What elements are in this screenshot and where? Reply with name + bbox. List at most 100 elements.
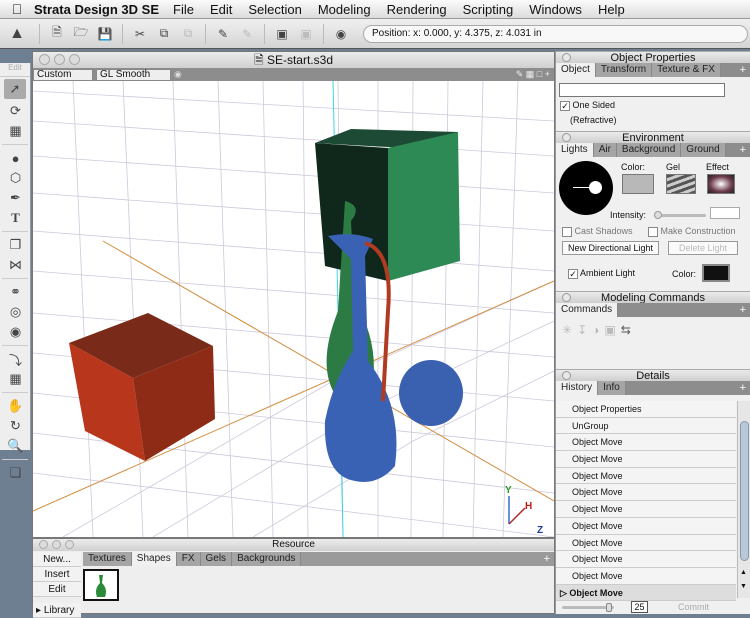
shape-thumbnail-vase[interactable] <box>83 569 119 601</box>
effect-swatch[interactable] <box>707 174 735 194</box>
green-cube[interactable] <box>315 129 460 281</box>
flip-icon[interactable]: ⇆ <box>621 323 636 337</box>
gel-swatch[interactable] <box>666 174 696 194</box>
extrude-icon[interactable]: ❐ <box>0 235 31 255</box>
tab-background[interactable]: Background <box>616 143 682 157</box>
view-options-icons[interactable]: ✎ ▦ □ + <box>516 69 550 80</box>
history-item[interactable]: Object Move <box>556 551 736 568</box>
bevel-icon[interactable]: ▣ <box>604 323 620 337</box>
commit-button[interactable]: Commit <box>678 602 709 612</box>
tab-backgrounds[interactable]: Backgrounds <box>232 552 302 566</box>
render-region-icon[interactable]: ▣ <box>296 24 316 44</box>
ambient-color-swatch[interactable] <box>702 264 730 282</box>
save-icon[interactable]: 💾 <box>95 24 115 44</box>
sphere-icon[interactable]: ● <box>0 148 31 168</box>
menu-windows[interactable]: Windows <box>529 2 582 17</box>
tab-transform[interactable]: Transform <box>595 63 653 77</box>
one-sided-checkbox[interactable]: ✓ <box>560 100 570 111</box>
delete-light-button[interactable]: Delete Light <box>668 241 738 255</box>
undo-levels-slider[interactable] <box>562 603 614 612</box>
close-button[interactable] <box>39 540 48 549</box>
red-cube[interactable] <box>69 313 215 461</box>
menu-scripting[interactable]: Scripting <box>463 2 514 17</box>
modeling-commands-header[interactable]: Modeling Commands <box>556 291 750 304</box>
object-name-field[interactable] <box>559 83 725 97</box>
zoom-button[interactable] <box>65 540 74 549</box>
details-header[interactable]: Details <box>556 369 750 382</box>
camera-icon[interactable]: ◉ <box>0 322 31 342</box>
3d-viewport[interactable]: Y H Z <box>33 81 554 537</box>
zoom-icon[interactable]: 🔍 <box>0 436 31 456</box>
tab-texture-fx[interactable]: Texture & FX <box>652 63 721 77</box>
scroll-down-icon[interactable]: ▼ <box>740 583 747 590</box>
cast-shadows-checkbox[interactable] <box>562 226 572 237</box>
history-item[interactable]: Object Move <box>556 467 736 485</box>
explode-icon[interactable]: ✳ <box>562 323 577 337</box>
intensity-field[interactable] <box>710 207 740 219</box>
tab-textures[interactable]: Textures <box>83 552 132 566</box>
lathe-icon[interactable]: ↧ <box>577 323 592 337</box>
history-item[interactable]: Object Move <box>556 517 736 535</box>
history-item[interactable]: Object Move <box>556 567 736 585</box>
preview-icon[interactable]: ◉ <box>331 24 351 44</box>
menu-modeling[interactable]: Modeling <box>318 2 371 17</box>
menu-edit[interactable]: Edit <box>210 2 232 17</box>
paste-icon[interactable]: ⧉ <box>178 24 198 44</box>
panel-menu-icon[interactable]: + <box>740 381 746 395</box>
panel-menu-icon[interactable]: + <box>740 63 746 77</box>
tab-ground[interactable]: Ground <box>681 143 726 157</box>
grid-icon[interactable]: ▦ <box>0 369 31 389</box>
shapes-icon[interactable]: ▲ <box>2 24 32 44</box>
text-icon[interactable]: T <box>0 208 31 228</box>
polygon-icon[interactable]: ⬡ <box>0 168 31 188</box>
tab-gels[interactable]: Gels <box>200 552 233 566</box>
rotate-icon[interactable]: ⟳ <box>0 101 31 121</box>
open-icon[interactable]: 🗁 <box>71 24 91 44</box>
object-properties-header[interactable]: Object Properties <box>556 51 750 64</box>
apple-icon[interactable]:  <box>0 1 34 17</box>
hand-icon[interactable]: ✋ <box>0 396 31 416</box>
intensity-slider[interactable] <box>654 211 706 219</box>
scrollbar-thumb[interactable] <box>740 421 749 561</box>
eye-icon[interactable]: ◉ <box>174 69 182 80</box>
tab-shapes[interactable]: Shapes <box>131 552 177 566</box>
edit-button[interactable]: Edit <box>33 582 81 597</box>
select-arrow-icon[interactable]: ➚ <box>4 79 26 99</box>
brush-icon[interactable]: ✎ <box>213 24 233 44</box>
new-resource-button[interactable]: New... <box>33 552 81 567</box>
light-color-swatch[interactable] <box>622 174 654 194</box>
menu-rendering[interactable]: Rendering <box>387 2 447 17</box>
panel-menu-icon[interactable]: + <box>544 552 550 566</box>
menu-selection[interactable]: Selection <box>248 2 301 17</box>
panel-menu-icon[interactable]: + <box>740 143 746 157</box>
history-item-current[interactable]: ▷ Object Move <box>556 584 736 602</box>
history-item[interactable]: Object Properties <box>556 401 736 418</box>
resource-titlebar[interactable]: Resource <box>33 539 554 551</box>
new-directional-light-button[interactable]: New Directional Light <box>562 241 659 255</box>
tab-fx[interactable]: FX <box>176 552 201 566</box>
scroll-up-icon[interactable]: ▲ <box>740 569 747 576</box>
app-menu[interactable]: Strata Design 3D SE <box>34 2 159 17</box>
history-scrollbar[interactable]: ▲ ▼ <box>737 401 750 598</box>
view-preset-select[interactable]: Custom <box>33 68 93 81</box>
render-mode-select[interactable]: GL Smooth <box>96 68 171 81</box>
history-item[interactable]: Object Move <box>556 484 736 502</box>
pen-icon[interactable]: ✒ <box>0 188 31 208</box>
mirror-icon[interactable]: ⋈ <box>0 255 31 275</box>
eraser-icon[interactable]: ✎ <box>237 24 257 44</box>
library-toggle[interactable]: ▸ Library <box>33 603 81 618</box>
menu-help[interactable]: Help <box>598 2 625 17</box>
environment-header[interactable]: Environment <box>556 131 750 144</box>
document-titlebar[interactable]: 🗎 SE-start.s3d <box>33 52 554 68</box>
tab-air[interactable]: Air <box>593 143 617 157</box>
close-button[interactable] <box>39 54 50 65</box>
panel-menu-icon[interactable]: + <box>740 303 746 317</box>
history-item[interactable]: Object Move <box>556 451 736 468</box>
light-direction-control[interactable] <box>559 161 613 215</box>
ambient-light-checkbox[interactable]: ✓ <box>568 268 578 279</box>
tab-commands[interactable]: Commands <box>556 303 619 317</box>
tab-object[interactable]: Object <box>556 63 596 77</box>
minimize-button[interactable] <box>54 54 65 65</box>
group-icon[interactable]: ▦ <box>0 121 31 141</box>
history-item[interactable]: Object Move <box>556 434 736 452</box>
